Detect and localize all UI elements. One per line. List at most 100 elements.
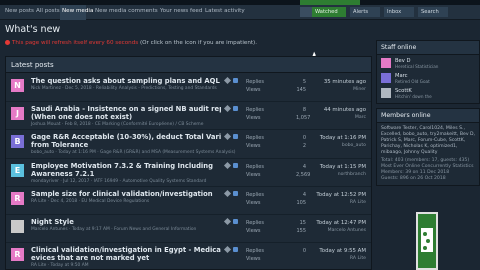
- post-row[interactable]: J Saudi Arabia - Insistence on a signed N…: [6, 102, 371, 131]
- post-title-line2[interactable]: from Tolerance: [31, 141, 221, 149]
- latest-reply[interactable]: Today at 12:52 PM RA Lite: [296, 191, 366, 207]
- latest-time[interactable]: 44 minutes ago: [296, 106, 366, 114]
- views-label: Views: [246, 171, 261, 178]
- watch-icon: [223, 246, 232, 254]
- ad-dot: [426, 239, 430, 243]
- tag-icon: [233, 162, 238, 168]
- dropdown-arrow-icon[interactable]: [300, 7, 312, 17]
- latest-time[interactable]: Today at 1:16 PM: [296, 134, 366, 142]
- latest-user[interactable]: bobo_auto: [296, 142, 366, 150]
- post-row[interactable]: R Sample size for clinical validation/inv…: [6, 187, 371, 215]
- nav-new-media[interactable]: New media: [62, 8, 93, 14]
- latest-reply[interactable]: Today at 12:47 PM Marcelo Antunes: [296, 219, 366, 235]
- views-label: Views: [246, 143, 261, 150]
- user-avatar[interactable]: R: [11, 191, 24, 205]
- replies-label: Replies: [246, 220, 264, 226]
- post-title[interactable]: Saudi Arabia - Insistence on a signed NB…: [31, 105, 221, 113]
- sub-navigation: New posts All posts New media New media …: [0, 5, 480, 20]
- user-avatar[interactable]: B: [11, 135, 24, 149]
- inbox-button[interactable]: Inbox: [384, 7, 414, 17]
- post-icons: [223, 105, 239, 113]
- post-title-line2[interactable]: evices that are not marked yet: [31, 254, 221, 262]
- tag-icon: [233, 219, 238, 224]
- post-meta: Joshua Mouat · Feb 8, 2018 · CE Marking …: [31, 122, 204, 128]
- views-label: Views: [246, 87, 261, 93]
- post-row[interactable]: N The question asks about sampling plans …: [6, 74, 371, 103]
- replies-label: Replies: [246, 163, 264, 170]
- alerts-button[interactable]: Alerts: [350, 7, 380, 17]
- latest-reply[interactable]: Today at 1:15 PM northbranch: [296, 163, 366, 179]
- staff-role: Hitchin' down the: [395, 94, 432, 99]
- sidebar: Staff online Bev D Heretical Statistician…: [376, 40, 480, 190]
- staff-member[interactable]: ScottK Hitchin' down the: [381, 88, 479, 100]
- nav-new-posts[interactable]: New posts: [5, 8, 34, 14]
- staff-role: Heretical Statistician: [395, 64, 439, 69]
- refresh-notice-hint: (Or click on the icon if you are impatie…: [138, 40, 258, 46]
- latest-time[interactable]: Today at 9:55 AM: [296, 247, 366, 255]
- nav-latest-activity[interactable]: Latest activity: [205, 8, 245, 14]
- staff-avatar[interactable]: [381, 73, 391, 83]
- user-avatar[interactable]: J: [11, 107, 24, 121]
- refresh-icon[interactable]: [5, 40, 10, 45]
- latest-user[interactable]: RA Lite: [296, 199, 366, 207]
- members-online-block: Members online Software Tester, Carol102…: [376, 108, 480, 186]
- staff-member[interactable]: Marc Retired Old Goat: [381, 73, 479, 85]
- latest-user[interactable]: Marc: [296, 114, 366, 122]
- staff-online-title: Staff online: [377, 41, 479, 55]
- post-title[interactable]: Night Style: [31, 218, 221, 226]
- replies-label: Replies: [246, 135, 264, 142]
- post-title[interactable]: The question asks about sampling plans a…: [31, 77, 221, 85]
- staff-avatar[interactable]: [381, 58, 391, 68]
- search-button[interactable]: Search: [418, 7, 448, 17]
- post-icons: [223, 189, 239, 197]
- latest-reply[interactable]: Today at 1:16 PM bobo_auto: [296, 134, 366, 150]
- latest-reply[interactable]: 35 minutes ago Miner: [296, 78, 366, 94]
- views-label: Views: [246, 228, 261, 234]
- post-title[interactable]: Sample size for clinical validation/inve…: [31, 190, 221, 198]
- latest-time[interactable]: 35 minutes ago: [296, 78, 366, 86]
- tag-icon: [233, 106, 238, 112]
- post-icons: [223, 246, 239, 254]
- replies-label: Replies: [246, 79, 264, 85]
- latest-time[interactable]: Today at 12:47 PM: [296, 219, 366, 227]
- nav-news-feed[interactable]: Your news feed: [160, 8, 202, 14]
- post-title[interactable]: Gage R&R Acceptable (10-30%), deduct Tot…: [31, 133, 221, 141]
- refresh-notice-text: This page will refresh itself every 60 s…: [12, 40, 139, 46]
- watch-icon: [223, 105, 232, 113]
- post-row[interactable]: E Employee Motivation 7.3.2 & Training In…: [6, 159, 371, 187]
- staff-member[interactable]: Bev D Heretical Statistician: [381, 58, 479, 70]
- post-title[interactable]: Employee Motivation 7.3.2 & Training Inc…: [31, 162, 221, 170]
- tag-icon: [233, 78, 238, 83]
- user-avatar[interactable]: R: [11, 248, 24, 262]
- post-row[interactable]: B Gage R&R Acceptable (10-30%), deduct To…: [6, 130, 371, 159]
- latest-user[interactable]: RA Lite: [296, 255, 366, 263]
- post-meta: Marcelo Antunes · Today at 9:17 AM · For…: [31, 227, 197, 232]
- latest-reply[interactable]: Today at 9:55 AM RA Lite: [296, 247, 366, 263]
- members-list[interactable]: Software Tester, Carol1024, Miles S., Ex…: [381, 126, 475, 156]
- post-meta: bobo_auto · Today at 1:16 PM · Gage R&R …: [31, 150, 236, 156]
- user-avatar[interactable]: N: [11, 79, 24, 92]
- watched-button[interactable]: Watched: [312, 7, 346, 17]
- latest-user[interactable]: Marcelo Antunes: [296, 227, 366, 235]
- latest-user[interactable]: northbranch: [296, 171, 366, 179]
- post-row[interactable]: Night Style Marcelo Antunes · Today at 9:…: [6, 215, 371, 244]
- staff-avatar[interactable]: [381, 88, 391, 98]
- latest-time[interactable]: Today at 1:15 PM: [296, 163, 366, 171]
- sidebar-ad-banner[interactable]: [416, 212, 438, 270]
- post-meta: mondayriver · Jul 12, 2017 · IATF 16949 …: [31, 178, 207, 184]
- latest-time[interactable]: Today at 12:52 PM: [296, 191, 366, 199]
- post-title-line2[interactable]: (When one does not exist): [31, 113, 221, 121]
- user-avatar[interactable]: E: [11, 163, 24, 177]
- nav-all-posts[interactable]: All posts: [36, 8, 60, 14]
- user-avatar[interactable]: [11, 220, 24, 233]
- post-row[interactable]: R Clinical validation/investigation in Eg…: [6, 243, 371, 270]
- post-icons: [223, 161, 239, 169]
- post-title[interactable]: Clinical validation/investigation in Egy…: [31, 246, 221, 254]
- post-icons: [223, 76, 239, 85]
- latest-reply[interactable]: 44 minutes ago Marc: [296, 106, 366, 122]
- post-meta: RA Lite · Dec 4, 2018 · EU Medical Devic…: [31, 198, 150, 204]
- latest-user[interactable]: Miner: [296, 86, 366, 94]
- replies-label: Replies: [246, 191, 264, 198]
- post-title-line2[interactable]: Awareness 7.2.1: [31, 170, 221, 178]
- nav-new-media-comments[interactable]: New media comments: [95, 8, 158, 14]
